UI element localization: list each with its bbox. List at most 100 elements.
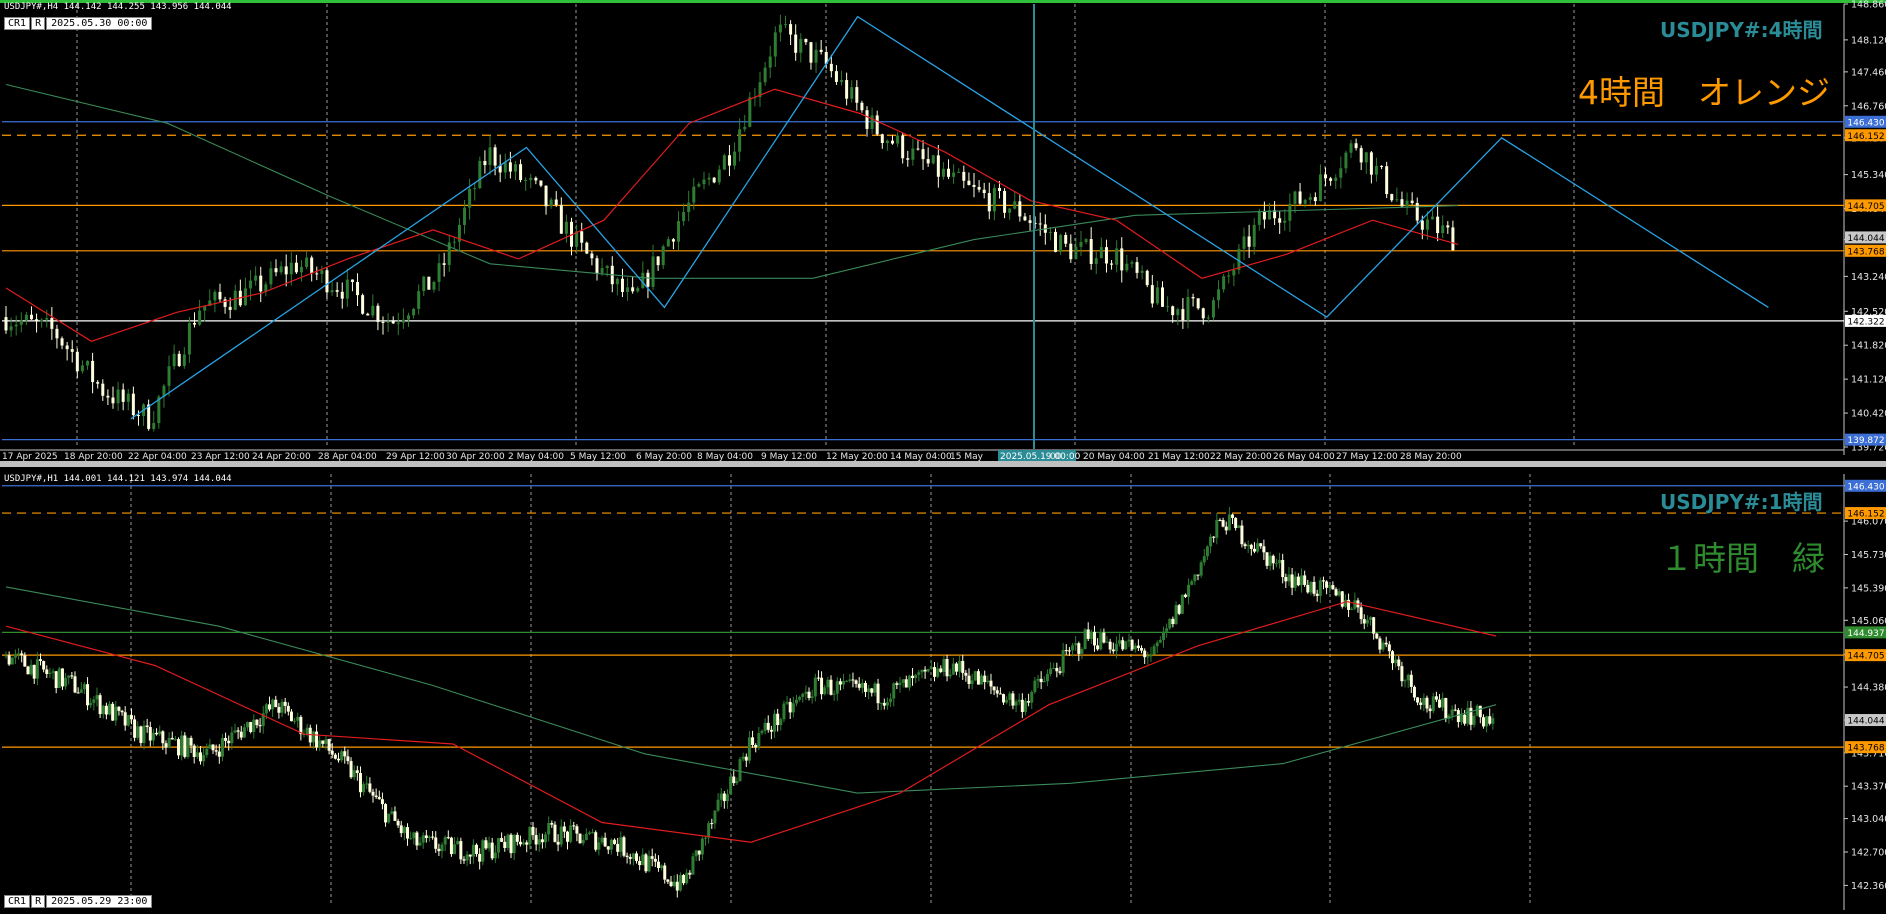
candle-body [1242,236,1246,249]
candle-body [1321,580,1325,582]
candle-body [114,706,118,721]
candle-body [471,844,475,857]
pane-separator[interactable] [0,461,1886,467]
candle-body [1133,645,1137,650]
candle-body [1089,631,1093,639]
candle-body [453,844,457,855]
price-tick-label: 141.820 [1851,341,1886,352]
candle-body [418,842,422,846]
candle-body [167,366,171,386]
candle-body [1180,594,1184,614]
bottom-pane-note: １時間 緑 [1660,539,1825,578]
candle-body [591,832,595,834]
cr-button[interactable]: CR1 [4,895,31,908]
candle-body [478,160,482,189]
candle-body [661,246,665,266]
candle-body [214,750,218,752]
candle-body [1306,584,1310,593]
candle-body [722,155,726,170]
candle-body [977,186,981,190]
candle-body [1171,618,1175,625]
candle-body [638,860,642,866]
candle-body [324,739,328,744]
candle-body [117,706,121,711]
candle-body [228,306,232,310]
candle-body [289,262,293,275]
candle-body [1387,644,1391,652]
candle-body [48,672,52,674]
candle-body [496,838,500,853]
candle-body [609,839,613,850]
candle-body [1227,275,1231,277]
candle-body [409,838,413,840]
candle-body [296,716,300,721]
candle-body [1472,715,1476,725]
candle-body [187,322,191,355]
candle-body [559,204,563,234]
candle-body [95,695,99,700]
candle-body [578,833,582,844]
candle-body [459,841,463,860]
candle-body [315,273,319,275]
candle-body [829,679,833,695]
candle-body [1441,225,1445,234]
candle-body [462,859,466,861]
candle-body [700,838,704,855]
candle-body [980,675,984,685]
candle-body [4,317,8,331]
candle-body [597,842,601,850]
candle-body [1446,225,1450,228]
candle-body [484,840,488,849]
candle-body [763,722,767,731]
candle-body [452,241,456,243]
candle-body [562,826,566,832]
candle-body [722,793,726,802]
candle-body [358,773,362,793]
candle-body [217,751,221,757]
candle-body [249,280,253,289]
candle-body [719,793,723,800]
candle-body [553,824,557,842]
candle-body [1145,270,1149,286]
candle-body [534,835,538,845]
candle-body [1359,148,1363,163]
candle-body [1108,641,1112,650]
level-tag-label: 143.768 [1847,247,1884,257]
candle-body [870,115,874,129]
candle-body [671,239,675,242]
candle-body [406,827,410,839]
candle-body [267,704,271,710]
candle-body [995,690,999,694]
r-button[interactable]: R [31,17,46,30]
candle-body [1118,640,1122,644]
candle-body [286,705,290,712]
candle-body [820,677,824,695]
candle-body [1284,577,1288,582]
candle-body [631,853,635,859]
candle-body [346,756,350,762]
candle-body [1074,643,1078,646]
candle-body [1240,525,1244,545]
candle-body [1405,200,1409,207]
candle-body [1278,218,1282,223]
candle-body [987,193,991,212]
candle-body [108,703,112,715]
candle-body [1140,270,1144,273]
candle-body [850,87,854,99]
r-button[interactable]: R [31,895,46,908]
candle-body [813,677,817,697]
candle-body [376,305,380,322]
candle-body [1206,317,1210,319]
candle-body [794,34,798,53]
candle-body [936,155,940,177]
candle-body [920,669,924,673]
candle-body [1303,199,1307,204]
candle-body [748,97,752,127]
candle-body [96,382,100,384]
candle-body [1315,593,1319,596]
candle-body [417,291,421,309]
candle-body [854,680,858,684]
cr-button[interactable]: CR1 [4,17,31,30]
candle-body [983,675,987,683]
candle-body [666,879,670,882]
